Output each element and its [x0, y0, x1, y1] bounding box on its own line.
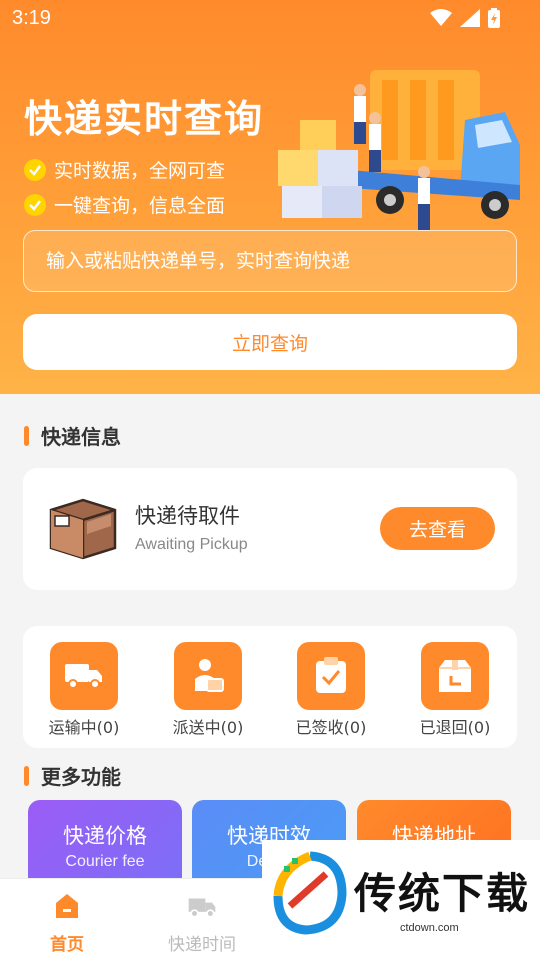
feature-item: 实时数据，全网可查	[24, 156, 225, 183]
tile-title: 快递价格	[63, 824, 147, 848]
pickup-subtitle: Awaiting Pickup	[135, 536, 248, 553]
status-label: 运输中(0)	[48, 718, 120, 737]
feature-text: 一键查询，信息全面	[54, 195, 226, 217]
more-functions-title: 更多功能	[41, 765, 121, 789]
shipment-status-card: 运输中(0) 派送中(0) 已签收(0) 已退回(0)	[23, 626, 517, 748]
battery-icon	[488, 8, 500, 28]
express-info-heading: 快递信息	[24, 421, 121, 450]
tile-subtitle: Courier fee	[65, 853, 145, 870]
status-in-transit[interactable]: 运输中(0)	[29, 642, 139, 738]
ctdown-logo-icon	[273, 851, 347, 935]
status-label: 已签收(0)	[295, 718, 367, 737]
status-signed[interactable]: 已签收(0)	[276, 642, 386, 738]
tab-delivery-time[interactable]: 快递时间	[147, 891, 257, 955]
home-icon	[56, 894, 78, 918]
hero-title: 快递实时查询	[24, 97, 265, 141]
tab-home[interactable]: 首页	[12, 891, 122, 955]
status-time: 3:19	[12, 7, 51, 29]
feature-item: 一键查询，信息全面	[24, 191, 225, 218]
wifi-icon	[430, 9, 452, 26]
status-returned[interactable]: 已退回(0)	[400, 642, 510, 738]
courier-fee-tile[interactable]: 快递价格 Courier fee	[28, 800, 182, 890]
pickup-title: 快递待取件	[135, 504, 240, 528]
hero-banner: 3:19 快递实时查询 实时数据，全网可查 一键查询，信息全面 输入或粘贴快递单…	[0, 0, 540, 394]
status-delivering[interactable]: 派送中(0)	[153, 642, 263, 738]
feature-text: 实时数据，全网可查	[54, 160, 226, 182]
section-accent-bar	[24, 425, 29, 446]
tracking-number-field[interactable]	[23, 230, 517, 292]
return-box-icon	[421, 642, 489, 710]
status-label: 已退回(0)	[419, 718, 491, 737]
express-info-title: 快递信息	[41, 425, 121, 449]
tab-label: 首页	[50, 935, 84, 955]
check-icon	[24, 193, 46, 216]
query-now-button[interactable]: 立即查询	[23, 314, 517, 370]
more-functions-heading: 更多功能	[24, 761, 121, 790]
tab-label: 快递时间	[168, 935, 236, 955]
truck-icon	[188, 898, 216, 918]
tracking-number-input[interactable]	[24, 231, 516, 291]
clipboard-check-icon	[297, 642, 365, 710]
signal-icon	[460, 9, 480, 27]
watermark-overlay: 传统下载 ctdown.com	[262, 840, 540, 940]
status-label: 派送中(0)	[172, 718, 244, 737]
status-bar: 3:19	[0, 0, 540, 38]
watermark-text: 传统下载	[354, 869, 531, 918]
section-accent-bar	[24, 765, 29, 786]
watermark-url: ctdown.com	[400, 922, 459, 934]
truck-icon	[50, 642, 118, 710]
package-box-icon	[49, 498, 117, 560]
delivery-truck-illustration	[278, 70, 520, 230]
awaiting-pickup-card: 快递待取件 Awaiting Pickup 去查看	[23, 468, 517, 590]
check-icon	[24, 158, 46, 181]
status-icons	[430, 8, 500, 28]
view-pickup-button[interactable]: 去查看	[380, 507, 495, 550]
courier-icon	[174, 642, 242, 710]
